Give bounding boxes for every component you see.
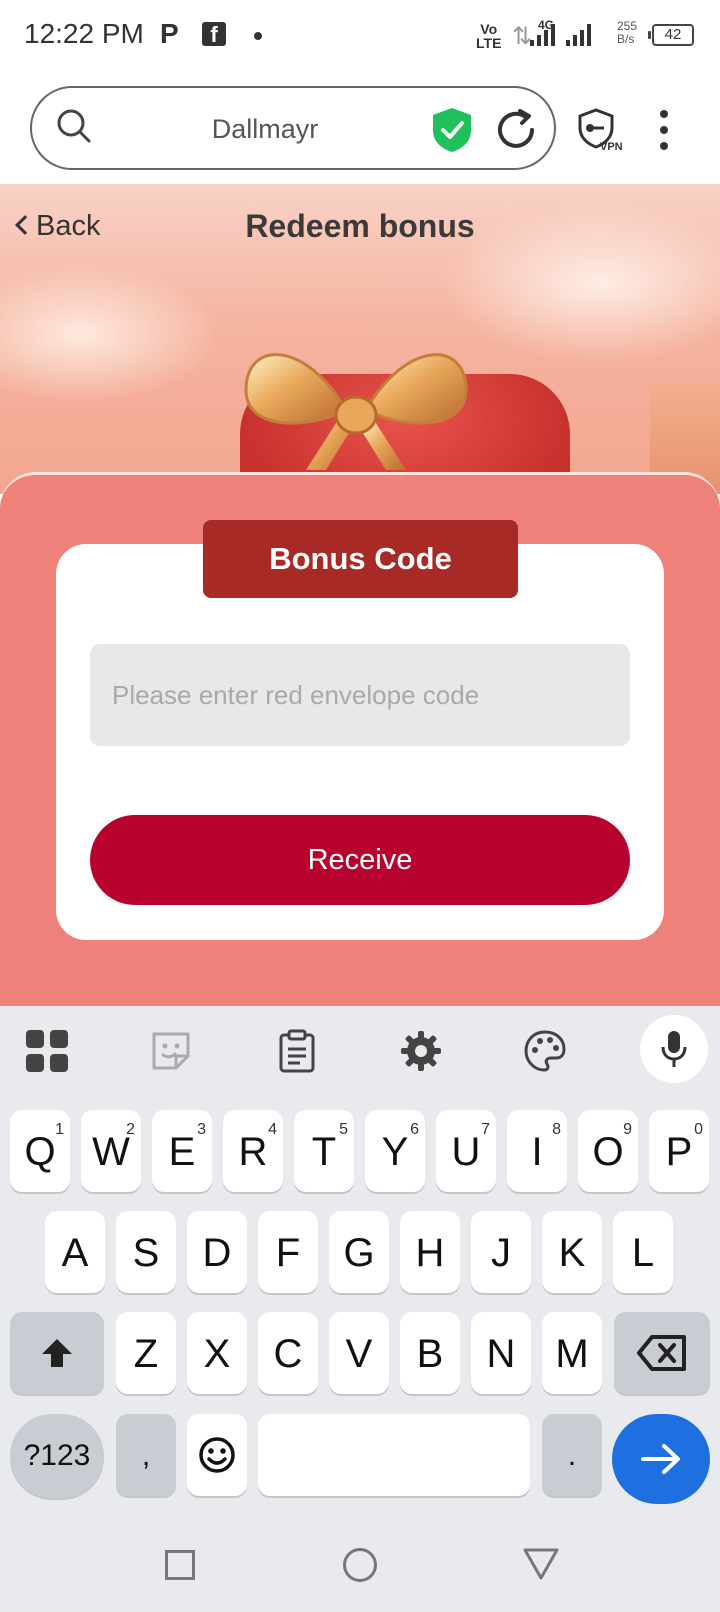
- key-r[interactable]: R4: [223, 1110, 283, 1192]
- clipboard-icon[interactable]: [274, 1028, 320, 1074]
- key-i[interactable]: I8: [507, 1110, 567, 1192]
- settings-icon[interactable]: [398, 1028, 444, 1074]
- key-v[interactable]: V: [329, 1312, 389, 1394]
- arrow-right-icon[interactable]: [640, 1440, 682, 1478]
- key-n[interactable]: N: [471, 1312, 531, 1394]
- recents-icon[interactable]: [165, 1550, 195, 1580]
- notification-p-icon: P: [160, 18, 179, 49]
- vpn-label: VPN: [600, 141, 622, 152]
- symbols-key[interactable]: ?123: [10, 1414, 104, 1498]
- key-f[interactable]: F: [258, 1211, 318, 1293]
- status-time: 12:22 PM: [24, 18, 144, 49]
- sticker-icon[interactable]: [148, 1028, 194, 1074]
- emoji-icon[interactable]: [198, 1436, 236, 1474]
- key-o[interactable]: O9: [578, 1110, 638, 1192]
- key-e[interactable]: E3: [152, 1110, 212, 1192]
- notification-dot-icon: [254, 32, 262, 40]
- volte-indicator: Vo LTE: [476, 22, 501, 50]
- page-title: Redeem bonus: [245, 208, 475, 244]
- key-t[interactable]: T5: [294, 1110, 354, 1192]
- shift-key[interactable]: [10, 1312, 104, 1394]
- key-b[interactable]: B: [400, 1312, 460, 1394]
- key-q[interactable]: Q1: [10, 1110, 70, 1192]
- key-s[interactable]: S: [116, 1211, 176, 1293]
- shield-check-icon[interactable]: [430, 106, 474, 154]
- mic-button[interactable]: [640, 1015, 708, 1083]
- volte-bottom: LTE: [476, 35, 502, 51]
- go-key[interactable]: [612, 1414, 710, 1504]
- key-m[interactable]: M: [542, 1312, 602, 1394]
- key-l[interactable]: L: [613, 1211, 673, 1293]
- gift-bow-image: [244, 353, 468, 470]
- key-c[interactable]: C: [258, 1312, 318, 1394]
- receive-button[interactable]: Receive: [90, 815, 630, 905]
- key-y[interactable]: Y6: [365, 1110, 425, 1192]
- back-icon[interactable]: [522, 1546, 560, 1582]
- backspace-key[interactable]: [614, 1312, 710, 1394]
- palette-icon[interactable]: [522, 1028, 568, 1074]
- url-text[interactable]: Dallmayr: [32, 114, 558, 145]
- key-g[interactable]: G: [329, 1211, 389, 1293]
- address-bar[interactable]: Dallmayr: [30, 86, 556, 170]
- key-u[interactable]: U7: [436, 1110, 496, 1192]
- key-j[interactable]: J: [471, 1211, 531, 1293]
- reload-icon[interactable]: [494, 108, 538, 152]
- space-key[interactable]: [258, 1414, 530, 1496]
- key-d[interactable]: D: [187, 1211, 247, 1293]
- home-icon[interactable]: [343, 1548, 377, 1582]
- key-w[interactable]: W2: [81, 1110, 141, 1192]
- key-k[interactable]: K: [542, 1211, 602, 1293]
- bonus-code-header: Bonus Code: [203, 520, 518, 598]
- key-x[interactable]: X: [187, 1312, 247, 1394]
- bonus-code-input[interactable]: [90, 644, 630, 746]
- status-bar: 12:22 PM P f Vo LTE ⇅ 4G 255 B/s 42: [0, 0, 720, 76]
- backspace-icon[interactable]: [636, 1334, 688, 1372]
- keyboard: [0, 1006, 720, 1612]
- mic-icon[interactable]: [660, 1029, 688, 1069]
- apps-icon[interactable]: [24, 1028, 70, 1074]
- facebook-icon: f: [202, 22, 226, 47]
- key-a[interactable]: A: [45, 1211, 105, 1293]
- more-vert-icon[interactable]: [654, 108, 674, 152]
- key-h[interactable]: H: [400, 1211, 460, 1293]
- net-speed-unit: B/s: [617, 32, 635, 46]
- net-speed: 255 B/s: [617, 20, 637, 46]
- vpn-icon[interactable]: VPN: [574, 108, 622, 152]
- key-z[interactable]: Z: [116, 1312, 176, 1394]
- emoji-key[interactable]: [187, 1414, 247, 1496]
- battery-icon: 42: [648, 24, 694, 46]
- comma-key[interactable]: ,: [116, 1414, 176, 1496]
- key-p[interactable]: P0: [649, 1110, 709, 1192]
- shift-icon[interactable]: [40, 1336, 74, 1370]
- banner-cloud: [0, 264, 220, 404]
- signal-icon-1: [530, 24, 560, 46]
- period-key[interactable]: .: [542, 1414, 602, 1496]
- signal-icon-2: [566, 24, 596, 46]
- volte-top: Vo: [480, 21, 498, 37]
